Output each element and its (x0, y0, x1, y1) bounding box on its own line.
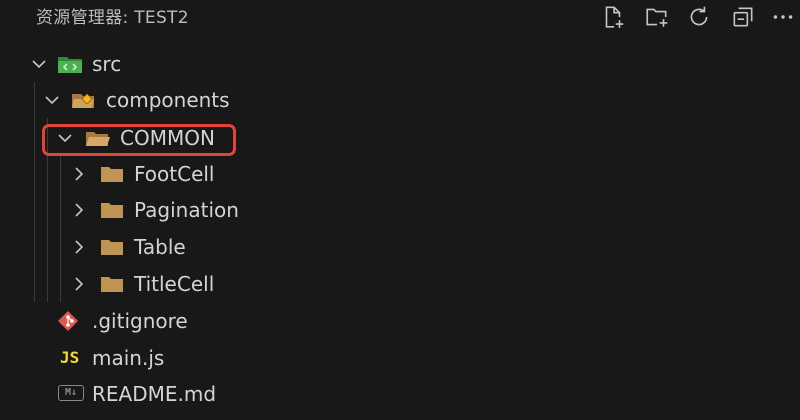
tree-item-footcell[interactable]: FootCell (0, 156, 800, 192)
tree-item-label: components (106, 88, 230, 112)
tree-item-label: Pagination (134, 198, 239, 222)
tree-item-gitignore[interactable]: .gitignore (0, 303, 800, 339)
refresh-icon[interactable] (686, 4, 714, 32)
tree-item-components[interactable]: components (0, 82, 800, 118)
chevron-right-icon (75, 277, 84, 291)
tree-item-src[interactable]: src (0, 46, 800, 82)
tree-item-label: README.md (92, 382, 217, 406)
git-icon (58, 311, 78, 331)
tree-item-titlecell[interactable]: TitleCell (0, 266, 800, 302)
tree-item-label: main.js (92, 346, 165, 370)
tree-item-table[interactable]: Table (0, 229, 800, 265)
folder-components-icon (72, 93, 94, 108)
tree-item-label: .gitignore (92, 309, 188, 333)
chevron-right-icon (75, 240, 84, 254)
tree-item-label: src (92, 52, 122, 76)
js-icon: JS (60, 348, 80, 367)
new-file-icon[interactable] (600, 4, 628, 32)
chevron-down-icon (45, 96, 59, 105)
folder-src-icon (58, 57, 82, 73)
tree-item-label: Table (134, 235, 186, 259)
tree-item-common[interactable]: COMMON (0, 120, 800, 156)
tree-item-readme[interactable]: M↓ README.md (0, 376, 800, 412)
explorer-title: 资源管理器: TEST2 (36, 8, 189, 28)
chevron-right-icon (75, 203, 84, 217)
chevron-down-icon (32, 60, 46, 69)
folder-icon (101, 167, 123, 182)
chevron-down-icon (58, 134, 72, 143)
folder-icon (101, 240, 123, 255)
chevron-right-icon (75, 167, 84, 181)
folder-icon (101, 277, 123, 292)
folder-icon (101, 203, 123, 218)
tree-item-label: TitleCell (134, 272, 215, 296)
new-folder-icon[interactable] (644, 4, 672, 32)
tree-item-pagination[interactable]: Pagination (0, 192, 800, 228)
tree-item-label: COMMON (120, 126, 215, 150)
tree-item-main-js[interactable]: JS main.js (0, 340, 800, 376)
more-icon[interactable] (770, 4, 798, 32)
explorer-header: 资源管理器: TEST2 (0, 0, 800, 38)
folder-open-icon (86, 132, 110, 146)
markdown-icon: M↓ (58, 385, 84, 401)
tree-item-label: FootCell (134, 162, 215, 186)
collapse-all-icon[interactable] (730, 4, 758, 32)
